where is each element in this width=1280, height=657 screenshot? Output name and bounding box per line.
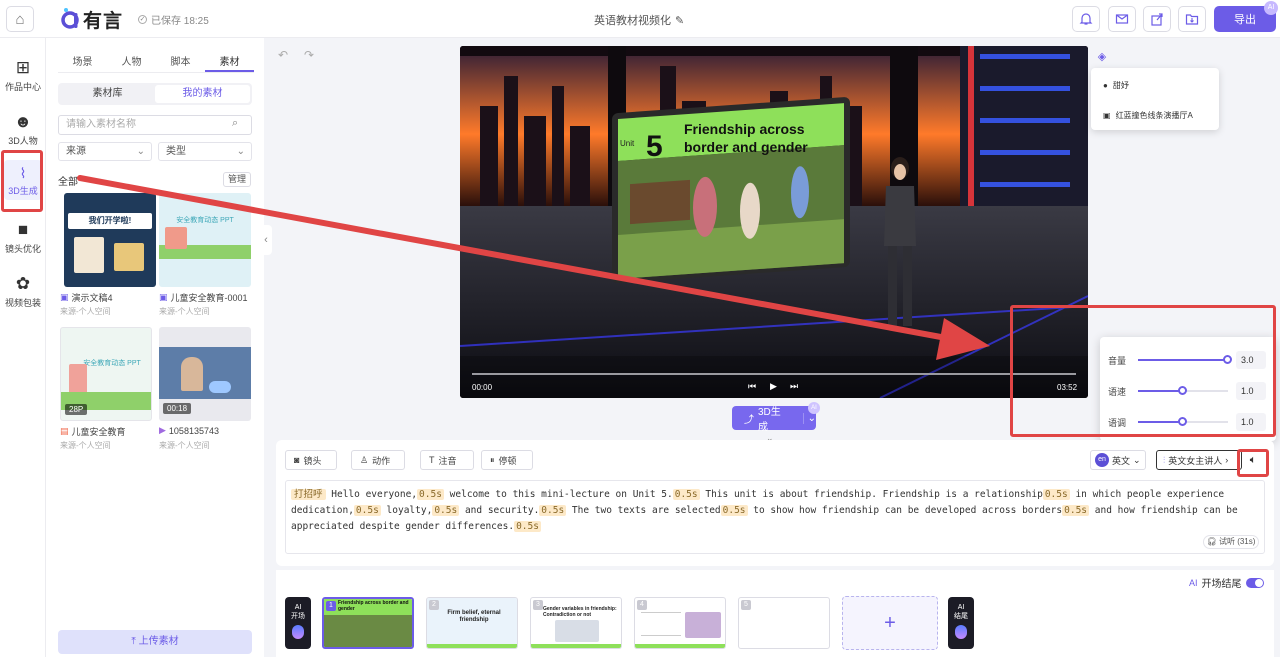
annotation-arrow-line: [77, 175, 971, 345]
annotation-arrow-head: [936, 318, 990, 360]
annotation-arrow: [77, 175, 990, 360]
